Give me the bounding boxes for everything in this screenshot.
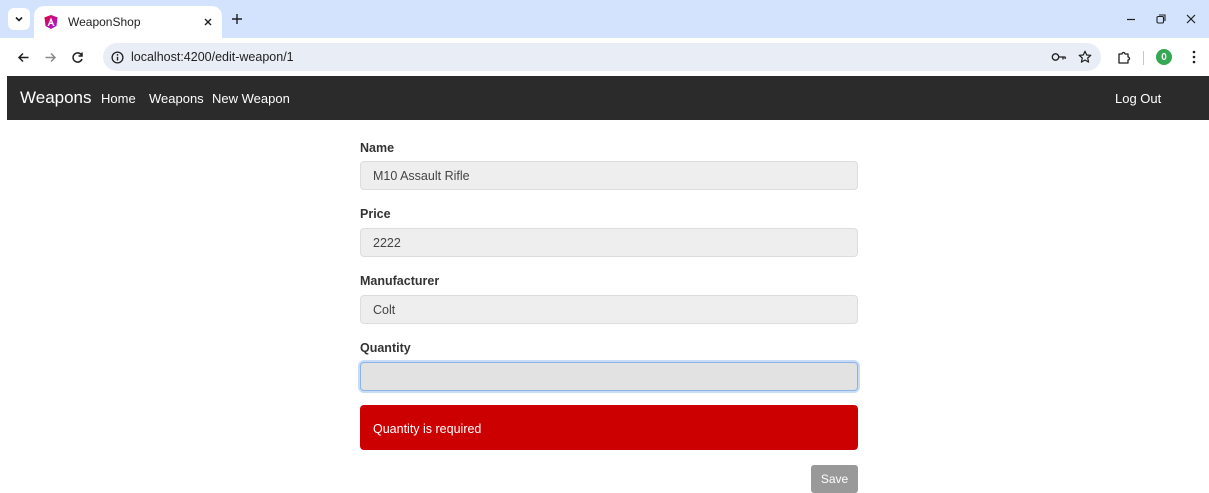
app-navbar: Weapons Home Weapons New Weapon Log Out xyxy=(7,76,1209,120)
arrow-left-icon xyxy=(17,52,28,62)
price-input[interactable] xyxy=(360,228,858,257)
minimize-icon xyxy=(1127,18,1135,21)
forward-button[interactable] xyxy=(41,48,59,66)
close-window-button[interactable] xyxy=(1182,10,1200,28)
new-tab-button[interactable] xyxy=(228,10,246,28)
minimize-button[interactable] xyxy=(1122,10,1140,28)
name-input[interactable] xyxy=(360,161,858,190)
logout-link[interactable]: Log Out xyxy=(1115,91,1161,106)
tab-title: WeaponShop xyxy=(68,15,141,29)
profile-avatar[interactable]: 0 xyxy=(1156,49,1172,65)
arrow-right-icon xyxy=(45,52,56,62)
manufacturer-label: Manufacturer xyxy=(360,274,440,288)
restore-button[interactable] xyxy=(1152,10,1170,28)
puzzle-icon xyxy=(1118,51,1131,64)
extensions-button[interactable] xyxy=(1115,48,1133,66)
restore-icon xyxy=(1156,14,1166,24)
star-icon xyxy=(1078,50,1092,63)
browser-tab[interactable]: WeaponShop xyxy=(34,6,222,38)
kebab-menu-icon xyxy=(1192,50,1196,64)
reload-icon xyxy=(71,51,83,63)
navbar-brand[interactable]: Weapons xyxy=(20,88,92,108)
browser-menu-button[interactable] xyxy=(1185,48,1203,66)
nav-link-home[interactable]: Home xyxy=(101,91,136,106)
nav-link-weapons[interactable]: Weapons xyxy=(149,91,204,106)
info-icon xyxy=(110,50,124,64)
site-info-button[interactable] xyxy=(109,49,125,65)
manufacturer-input[interactable] xyxy=(360,295,858,324)
price-label: Price xyxy=(360,207,391,221)
back-button[interactable] xyxy=(14,48,32,66)
password-manager-button[interactable] xyxy=(1051,49,1067,65)
tab-search-button[interactable] xyxy=(8,8,30,30)
quantity-label: Quantity xyxy=(360,341,411,355)
bookmark-button[interactable] xyxy=(1077,49,1093,65)
quantity-error-alert: Quantity is required xyxy=(360,405,858,450)
toolbar-divider xyxy=(1143,51,1144,65)
angular-logo-icon xyxy=(44,15,58,29)
close-icon xyxy=(204,18,212,26)
edit-weapon-form: Name Price Manufacturer Quantity Quantit… xyxy=(360,120,858,493)
key-icon xyxy=(1051,53,1066,61)
address-bar[interactable]: localhost:4200/edit-weapon/1 xyxy=(103,43,1101,71)
quantity-input[interactable] xyxy=(360,362,858,391)
url-text: localhost:4200/edit-weapon/1 xyxy=(131,50,294,64)
close-icon xyxy=(1186,14,1196,24)
nav-link-new-weapon[interactable]: New Weapon xyxy=(212,91,290,106)
save-button[interactable]: Save xyxy=(811,465,858,493)
browser-tab-strip: WeaponShop xyxy=(0,0,1209,38)
reload-button[interactable] xyxy=(68,48,86,66)
browser-toolbar: localhost:4200/edit-weapon/1 0 xyxy=(0,38,1209,76)
tab-close-button[interactable] xyxy=(200,14,216,30)
name-label: Name xyxy=(360,141,395,155)
chevron-down-icon xyxy=(15,16,23,22)
plus-icon xyxy=(232,14,242,24)
